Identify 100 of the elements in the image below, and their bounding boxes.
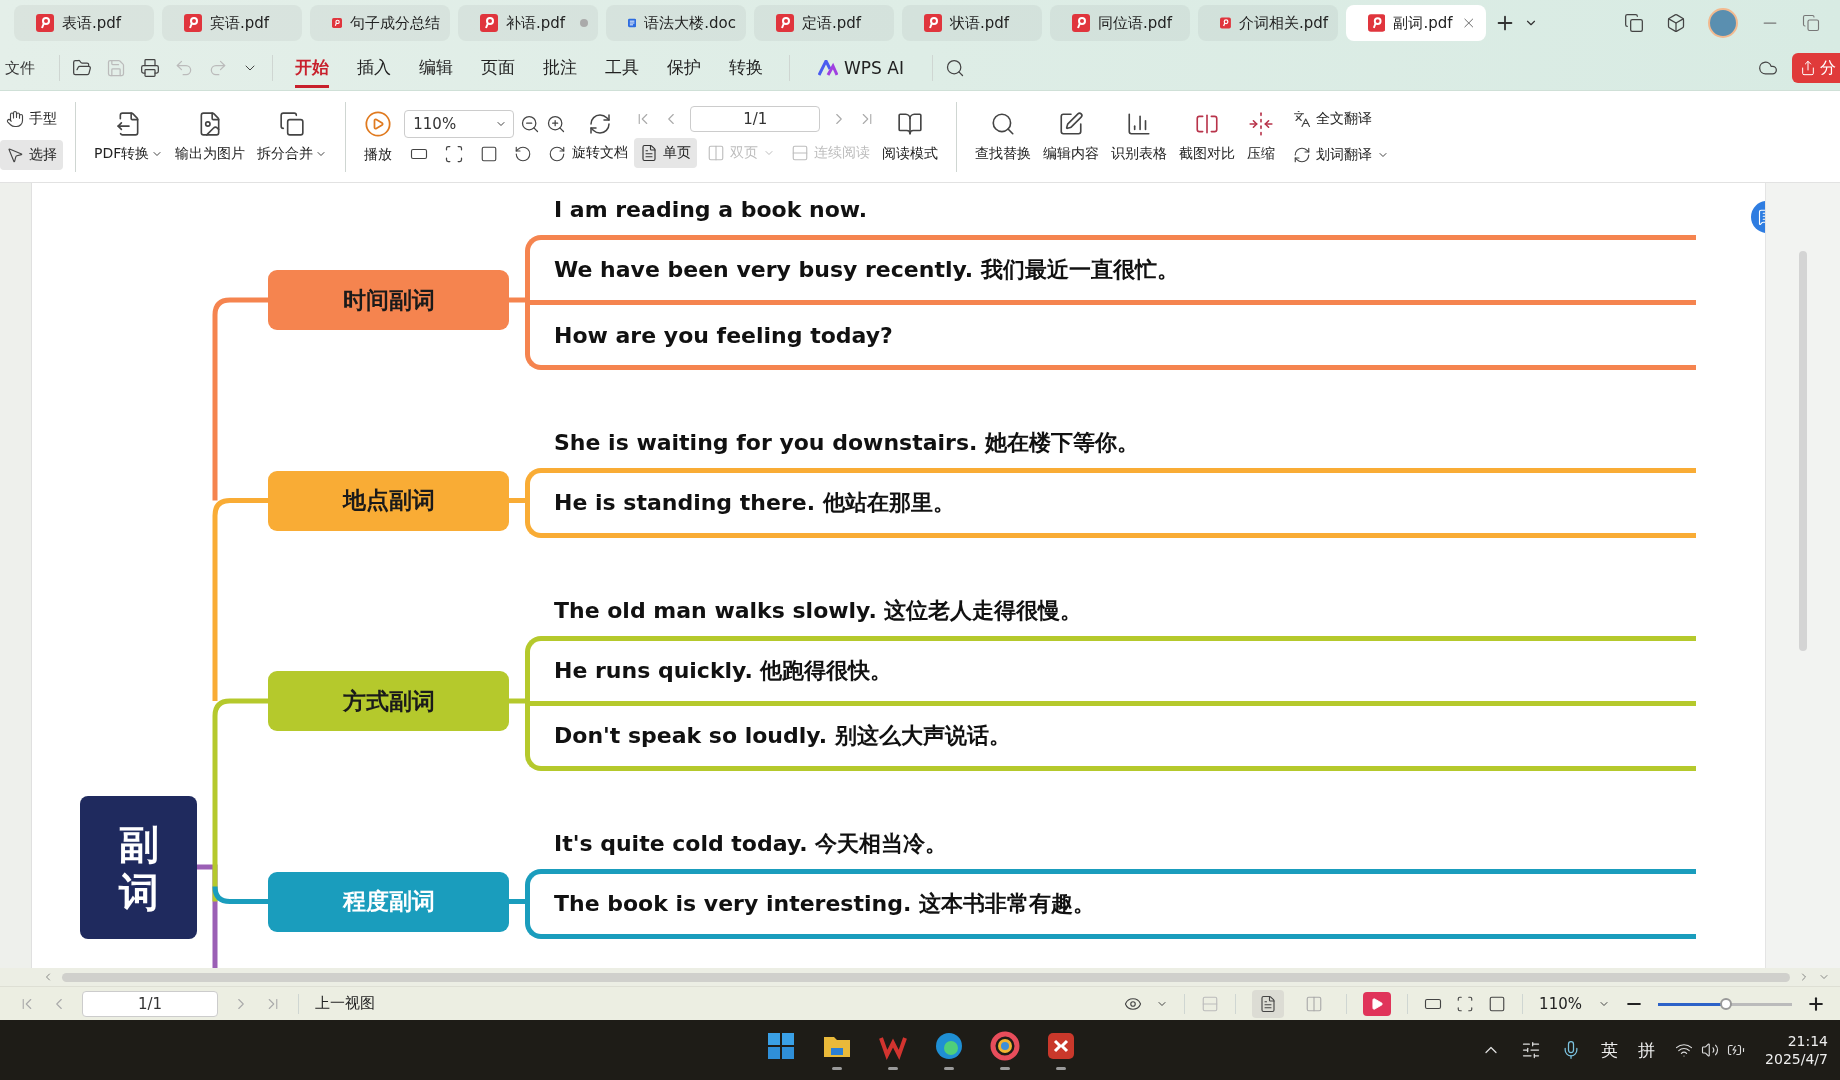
edit-icon [1058, 110, 1085, 137]
file-tab[interactable]: 副词.pdf [1346, 5, 1486, 41]
fit-width-icon[interactable] [480, 144, 499, 163]
translate-icon [1293, 109, 1312, 128]
menu-tab[interactable]: 转换 [729, 48, 763, 88]
rotate-button[interactable]: 旋转文档 [566, 107, 635, 166]
play-button[interactable]: 播放 [358, 105, 399, 168]
sliders-icon[interactable] [1521, 1040, 1542, 1060]
fit-width-icon[interactable] [1488, 994, 1507, 1013]
ime-mode[interactable]: 拼 [1638, 1038, 1656, 1062]
play-icon [364, 109, 393, 138]
tool-button[interactable]: 手型 [0, 103, 63, 134]
pointer-icon [6, 145, 24, 164]
fit-page-icon[interactable] [444, 143, 465, 164]
pdf-file-icon [36, 14, 54, 32]
clock-time[interactable]: 21:14 [1787, 1033, 1828, 1049]
pdf-file-icon [1072, 14, 1090, 32]
file-tab[interactable]: 表语.pdf [14, 5, 154, 41]
browser-icon[interactable] [934, 1030, 964, 1061]
share-button[interactable]: 分 [1792, 53, 1840, 83]
file-tab[interactable]: 介词相关.pdf [1198, 5, 1338, 41]
play-button[interactable] [1363, 991, 1392, 1016]
horizontal-scrollbar[interactable] [62, 972, 1790, 982]
toolbar-button[interactable]: 输出为图片 [169, 106, 252, 167]
zoom-dropdown[interactable]: 110% [1539, 994, 1610, 1013]
toolbar-button[interactable]: 压缩 [1241, 106, 1282, 167]
tab-label: 状语.pdf [950, 13, 1011, 33]
ai-button[interactable]: WPS AI [818, 58, 904, 78]
single-page-icon [1259, 994, 1278, 1013]
sentence-text: I am reading a book now. [554, 196, 868, 224]
toolbar-button[interactable]: 拆分合并 [251, 106, 334, 167]
root-node: 副词 [80, 796, 197, 939]
rotate-icon [588, 111, 613, 136]
cube-icon[interactable] [1666, 13, 1686, 33]
tab-label: 宾语.pdf [210, 13, 271, 33]
file-menu[interactable]: 文件 [5, 58, 35, 78]
hand-icon [6, 109, 24, 128]
toolbar-button[interactable]: 识别表格 [1105, 106, 1174, 167]
pdf-file-icon [480, 14, 498, 32]
tab-label: 同位语.pdf [1098, 13, 1174, 33]
sentence-text: He runs quickly. 他跑得很快。 [554, 657, 893, 685]
rotate-right-icon[interactable] [548, 144, 567, 163]
file-tab[interactable]: 补语.pdf [458, 5, 598, 41]
tab-label: 语法大楼.doc [644, 13, 736, 33]
toolbar-button[interactable]: 编辑内容 [1037, 106, 1106, 167]
translate-button[interactable]: 全文翻译 [1287, 103, 1396, 134]
slider-thumb[interactable] [1720, 997, 1733, 1010]
windows-icon[interactable] [1624, 13, 1644, 33]
category-node: 程度副词 [268, 871, 509, 932]
single-page-icon [640, 143, 659, 162]
category-node: 地点副词 [268, 470, 509, 531]
back-view-link[interactable]: 上一视图 [315, 994, 375, 1013]
share-icon [1800, 60, 1816, 76]
open-icon[interactable] [72, 58, 92, 78]
two-pages-icon [1305, 994, 1324, 1013]
menu-tab[interactable]: 批注 [543, 48, 577, 88]
volume-icon[interactable] [1701, 1041, 1720, 1059]
tab-label: 定语.pdf [802, 13, 863, 33]
tab-label: 表语.pdf [62, 13, 123, 33]
menu-tab[interactable]: 编辑 [419, 48, 453, 88]
restore-icon[interactable] [1802, 14, 1820, 32]
zoom-combobox[interactable]: 110% [404, 109, 515, 138]
page-field[interactable]: 1/1 [690, 105, 821, 132]
toolbar-button[interactable]: 查找替换 [969, 106, 1038, 167]
file-tab[interactable]: 定语.pdf [754, 5, 894, 41]
menu-tab[interactable]: 工具 [605, 48, 639, 88]
zoom-in-icon[interactable] [546, 113, 567, 134]
tool-button[interactable]: 选择 [0, 139, 63, 170]
view-button[interactable] [1252, 989, 1285, 1018]
menu-tab[interactable]: 页面 [481, 48, 515, 88]
toolbar-button[interactable]: 截图对比 [1173, 106, 1242, 167]
pdf-file-icon [1368, 14, 1386, 32]
toolbar-button[interactable]: PDF转换 [88, 106, 170, 167]
print-icon[interactable] [140, 58, 160, 78]
rotate-left-icon[interactable] [514, 144, 533, 163]
reading-mode-button[interactable]: 阅读模式 [876, 106, 945, 167]
zoom-out-icon[interactable] [520, 113, 541, 134]
sentence-text: We have been very busy recently. 我们最近一直很忙。 [554, 256, 1179, 284]
page-field[interactable]: 1/1 [82, 990, 218, 1017]
start-button[interactable] [766, 1030, 796, 1061]
sentence-text: He is standing there. 他站在那里。 [554, 489, 955, 517]
sentence-text: The book is very interesting. 这本书非常有趣。 [554, 890, 1095, 918]
clock-date[interactable]: 2025/4/7 [1765, 1051, 1828, 1067]
file-tab[interactable]: 宾语.pdf [162, 5, 302, 41]
menu-tab[interactable]: 插入 [357, 48, 391, 88]
fit-page-icon[interactable] [1456, 994, 1475, 1013]
avatar[interactable] [1708, 8, 1738, 38]
menu-tab[interactable]: 保护 [667, 48, 701, 88]
app-icon[interactable] [1046, 1030, 1076, 1061]
input-language[interactable]: 英 [1601, 1038, 1619, 1062]
view-mode-button[interactable]: 单页 [634, 137, 698, 168]
app-icon[interactable] [990, 1030, 1020, 1061]
file-tab[interactable]: 同位语.pdf [1050, 5, 1190, 41]
play-icon [1370, 996, 1385, 1011]
translate-words-icon [1293, 145, 1312, 164]
search-icon[interactable] [944, 58, 965, 78]
file-tab[interactable]: 语法大楼.doc [606, 5, 746, 41]
file-tab[interactable]: 状语.pdf [902, 5, 1042, 41]
file-tab[interactable]: 句子成分总结 [310, 5, 450, 41]
translate-button[interactable]: 划词翻译 [1287, 139, 1396, 170]
